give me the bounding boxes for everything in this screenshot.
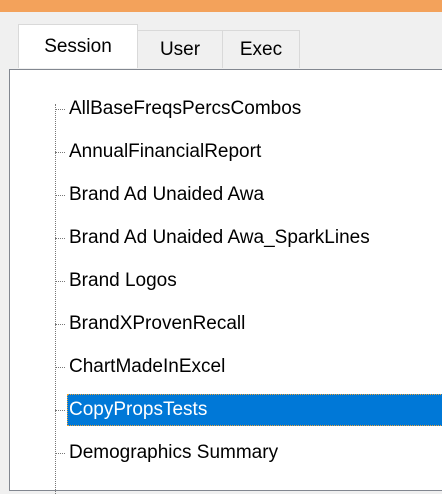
tree-connector xyxy=(55,409,65,411)
tree-item-label: Brand Ad Unaided Awa_SparkLines xyxy=(69,227,370,248)
tree-item-label: Brand Logos xyxy=(69,270,177,291)
tree-view: AllBaseFreqsPercsCombos AnnualFinancialR… xyxy=(30,70,442,494)
tree-item[interactable]: Demographics Summary xyxy=(55,437,282,469)
tree-connector xyxy=(55,237,65,239)
accent-bar xyxy=(0,0,442,12)
tree-item-label: Brand Ad Unaided Awa xyxy=(69,184,265,205)
tree-item-label: ChartMadeInExcel xyxy=(69,356,226,377)
tree-item-label: CopyPropsTests xyxy=(67,394,442,426)
tree-item[interactable]: AllBaseFreqsPercsCombos xyxy=(55,93,305,125)
tree-connector xyxy=(55,108,65,110)
tree-item-label: Demographics Summary xyxy=(69,442,279,463)
tree-item-selected[interactable]: CopyPropsTests xyxy=(55,394,442,426)
tree-item-label: AllBaseFreqsPercsCombos xyxy=(69,98,302,119)
tree-item[interactable]: Brand Ad Unaided Awa xyxy=(55,179,268,211)
tree-connector xyxy=(55,151,65,153)
tree-connector xyxy=(55,366,65,368)
tree-connector xyxy=(55,323,65,325)
tree-connector xyxy=(55,194,65,196)
tree-item-label: AnnualFinancialReport xyxy=(69,141,262,162)
tree-item[interactable]: Brand Ad Unaided Awa_SparkLines xyxy=(55,222,374,254)
tab-exec[interactable]: Exec xyxy=(222,30,300,68)
session-tree[interactable]: AllBaseFreqsPercsCombos AnnualFinancialR… xyxy=(9,69,442,494)
tab-session[interactable]: Session xyxy=(18,24,138,68)
tab-user[interactable]: User xyxy=(137,30,223,68)
tab-strip: Session User Exec xyxy=(18,24,300,68)
tree-connector xyxy=(55,452,65,454)
tree-item[interactable]: BrandXProvenRecall xyxy=(55,308,249,340)
tree-item-label: BrandXProvenRecall xyxy=(69,313,246,334)
tree-connector xyxy=(55,280,65,282)
tree-item[interactable]: AnnualFinancialReport xyxy=(55,136,265,168)
session-panel: Session User Exec AllBaseFreqsPercsCombo… xyxy=(0,12,442,494)
tree-item[interactable]: Brand Logos xyxy=(55,265,181,297)
tree-item[interactable]: ChartMadeInExcel xyxy=(55,351,229,383)
